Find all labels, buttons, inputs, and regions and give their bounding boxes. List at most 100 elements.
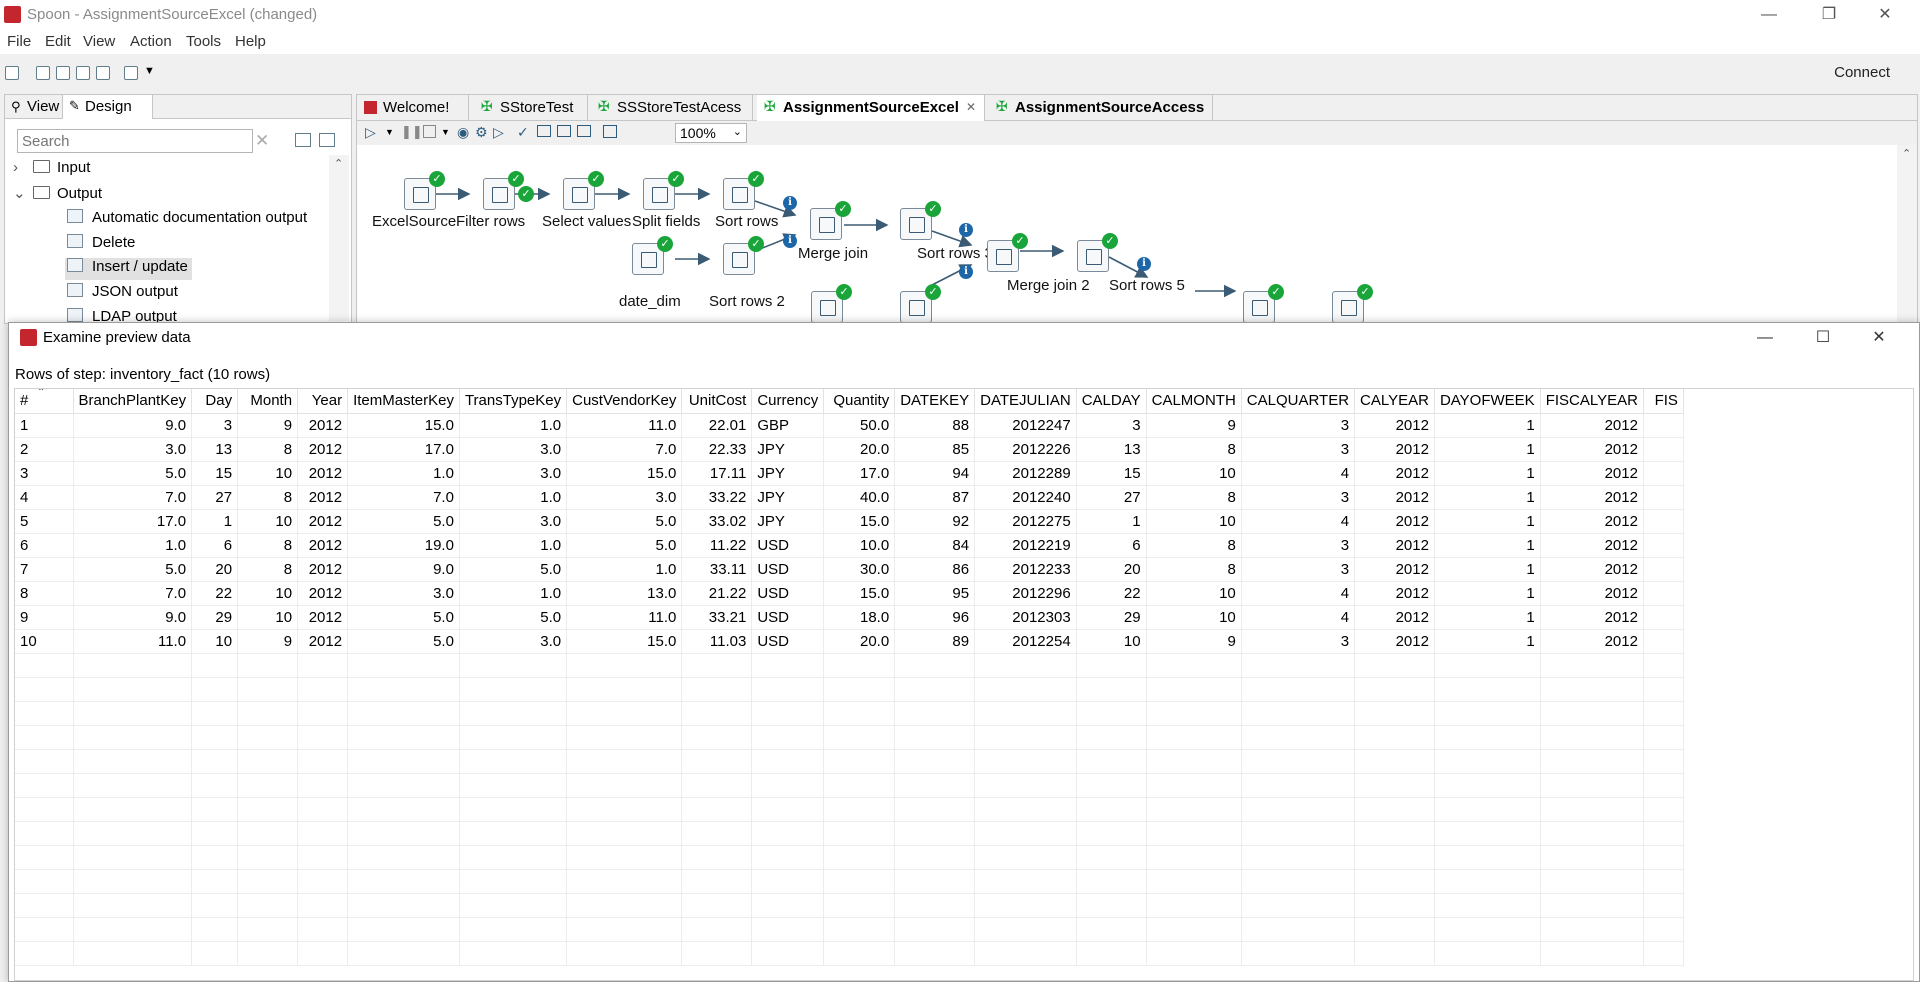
table-cell[interactable]: 33.21 <box>681 605 753 630</box>
table-cell[interactable]: 5.0 <box>73 461 193 486</box>
column-header[interactable]: FISCALYEAR <box>1540 389 1644 414</box>
tree-item-delete[interactable]: Delete <box>67 234 135 256</box>
table-cell[interactable]: 5.0 <box>566 509 683 534</box>
table-cell[interactable]: 3 <box>1241 413 1356 438</box>
zoom-select[interactable]: 100% ⌄ <box>675 123 747 143</box>
table-cell[interactable] <box>1643 485 1684 510</box>
column-header[interactable]: CALMONTH <box>1146 389 1242 414</box>
tab-welcome[interactable]: Welcome! <box>357 95 469 121</box>
table-cell[interactable]: GBP <box>751 413 825 438</box>
table-cell[interactable]: 15.0 <box>566 629 683 654</box>
table-cell[interactable]: 92 <box>894 509 976 534</box>
table-cell[interactable]: 1.0 <box>73 533 193 558</box>
table-cell[interactable]: 10 <box>15 629 74 654</box>
table-cell[interactable]: 94 <box>894 461 976 486</box>
table-cell[interactable]: 33.11 <box>681 557 753 582</box>
table-cell[interactable]: 2 <box>15 437 74 462</box>
table-cell[interactable]: 5.0 <box>347 605 460 630</box>
table-cell[interactable]: 15 <box>1076 461 1147 486</box>
table-cell[interactable]: 15.0 <box>347 413 460 438</box>
table-cell[interactable]: 2012 <box>1354 629 1435 654</box>
table-cell[interactable]: 2012219 <box>974 533 1077 558</box>
table-cell[interactable]: 1.0 <box>459 485 568 510</box>
table-cell[interactable]: 17.0 <box>347 437 460 462</box>
table-cell[interactable]: 3.0 <box>459 437 568 462</box>
table-cell[interactable]: 1.0 <box>566 557 683 582</box>
tree-item-json-output[interactable]: JSON output <box>67 283 178 305</box>
snap-grid-icon[interactable] <box>603 125 617 138</box>
table-cell[interactable]: 8 <box>237 437 299 462</box>
column-header[interactable]: DATEKEY <box>894 389 976 414</box>
table-cell[interactable]: 4 <box>1241 581 1356 606</box>
table-cell[interactable]: 3.0 <box>566 485 683 510</box>
replay-icon[interactable]: ▷ <box>493 124 504 141</box>
table-cell[interactable]: 2012 <box>297 485 349 510</box>
column-header[interactable]: CALQUARTER <box>1241 389 1356 414</box>
tab-design[interactable]: ✎ Design <box>63 95 153 119</box>
table-cell[interactable]: 3 <box>191 413 239 438</box>
table-cell[interactable]: 2012289 <box>974 461 1077 486</box>
table-cell[interactable]: 2012 <box>1354 533 1435 558</box>
table-cell[interactable]: USD <box>751 581 825 606</box>
save-icon[interactable] <box>76 66 90 80</box>
table-cell[interactable] <box>1643 461 1684 486</box>
table-cell[interactable]: 3.0 <box>73 437 193 462</box>
table-cell[interactable]: 1 <box>1434 581 1541 606</box>
tree-item-ldap-output[interactable]: LDAP output <box>67 308 177 322</box>
sort-ascending-icon[interactable]: ⌃ <box>37 389 45 398</box>
table-row[interactable]: 6 1.0 6 8 2012 19.0 1.0 5.0 11.22 USD 10.0 84 201221… <box>15 533 1684 558</box>
scroll-up-icon[interactable]: ⌃ <box>334 157 343 170</box>
column-header[interactable]: DAYOFWEEK <box>1434 389 1541 414</box>
table-cell[interactable]: 1.0 <box>347 461 460 486</box>
table-cell[interactable]: 2012 <box>1540 437 1644 462</box>
table-cell[interactable]: 3 <box>1241 629 1356 654</box>
table-cell[interactable]: 10 <box>1076 629 1147 654</box>
table-cell[interactable]: 33.22 <box>681 485 753 510</box>
table-cell[interactable]: 2012275 <box>974 509 1077 534</box>
table-cell[interactable]: 2012 <box>1354 557 1435 582</box>
table-cell[interactable]: USD <box>751 533 825 558</box>
table-cell[interactable]: 84 <box>894 533 976 558</box>
table-cell[interactable]: 3 <box>1076 413 1147 438</box>
stop-dropdown-icon[interactable]: ▼ <box>441 127 450 137</box>
table-cell[interactable]: 2012 <box>1354 437 1435 462</box>
table-cell[interactable] <box>1643 509 1684 534</box>
column-header[interactable]: TransTypeKey <box>459 389 568 414</box>
table-row[interactable]: 2 3.0 13 8 2012 17.0 3.0 7.0 22.33 JPY 20.0 85 20122… <box>15 437 1684 462</box>
table-cell[interactable]: 1 <box>1434 413 1541 438</box>
table-cell[interactable]: 5.0 <box>347 509 460 534</box>
table-cell[interactable]: 3.0 <box>459 509 568 534</box>
column-header[interactable]: Month <box>237 389 299 414</box>
column-header[interactable]: CustVendorKey <box>566 389 683 414</box>
table-cell[interactable]: 96 <box>894 605 976 630</box>
table-cell[interactable]: 2012226 <box>974 437 1077 462</box>
table-cell[interactable]: 2012 <box>1540 461 1644 486</box>
table-cell[interactable]: 2012 <box>297 557 349 582</box>
scroll-up-icon[interactable]: ⌃ <box>1902 147 1911 160</box>
table-cell[interactable]: 2012 <box>1540 629 1644 654</box>
table-cell[interactable]: 2012 <box>297 629 349 654</box>
table-cell[interactable]: 7.0 <box>347 485 460 510</box>
table-cell[interactable]: 1 <box>1434 461 1541 486</box>
table-cell[interactable] <box>1643 413 1684 438</box>
table-cell[interactable]: 1.0 <box>459 581 568 606</box>
table-cell[interactable]: 2012 <box>1354 605 1435 630</box>
debug-icon[interactable]: ⚙ <box>475 124 488 141</box>
table-cell[interactable]: 33.02 <box>681 509 753 534</box>
table-cell[interactable]: 89 <box>894 629 976 654</box>
connect-button[interactable]: Connect <box>1834 64 1890 81</box>
table-cell[interactable]: 6 <box>1076 533 1147 558</box>
table-cell[interactable]: 11.03 <box>681 629 753 654</box>
table-cell[interactable]: 2012 <box>297 413 349 438</box>
preview-icon[interactable]: ◉ <box>457 124 469 141</box>
table-cell[interactable]: 2012303 <box>974 605 1077 630</box>
table-cell[interactable]: 4 <box>1241 509 1356 534</box>
table-cell[interactable]: 3 <box>1241 557 1356 582</box>
table-cell[interactable]: 3 <box>15 461 74 486</box>
table-cell[interactable]: 8 <box>237 557 299 582</box>
table-cell[interactable]: 9.0 <box>347 557 460 582</box>
table-cell[interactable] <box>1643 437 1684 462</box>
table-cell[interactable]: 9 <box>1146 413 1242 438</box>
table-cell[interactable]: 10 <box>1146 605 1242 630</box>
table-cell[interactable]: 4 <box>1241 461 1356 486</box>
